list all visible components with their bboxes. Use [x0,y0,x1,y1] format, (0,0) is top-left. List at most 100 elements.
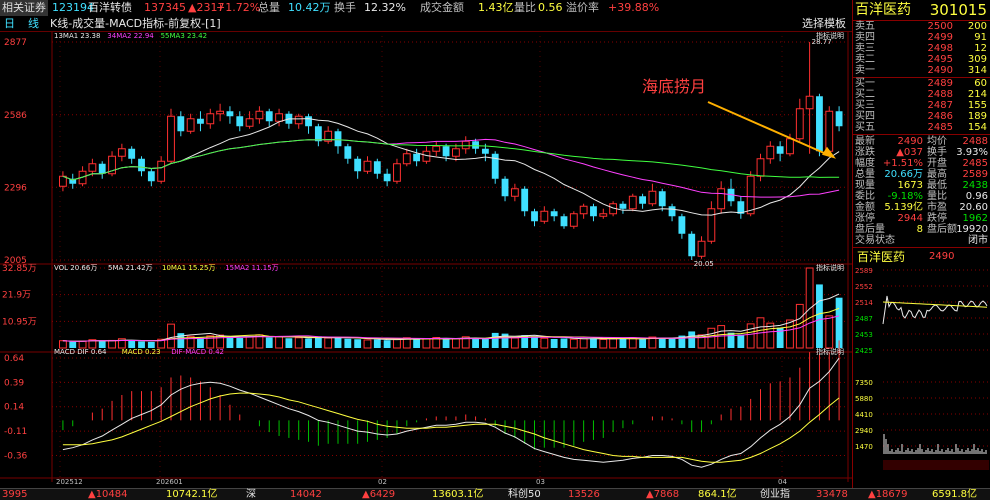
candle-body [393,163,401,182]
main-y-label: 2296 [4,183,27,193]
candle-body [599,213,608,217]
ask-volume: 200 [967,21,987,32]
candle-body [383,173,391,182]
volume-bar [452,338,460,349]
volume-bar [138,341,145,348]
volume-bar [422,338,431,349]
stat-label: 市盈 [927,202,947,213]
candle-body [825,110,834,152]
stat-value: ▲037 [896,147,923,158]
chart-title: K线-成交量-MACD指标-前复权-[1] [50,17,221,30]
volume-bar [816,284,823,348]
premium-value: +39.88% [608,1,660,14]
candle-body [236,116,244,127]
volume-bar [108,339,116,349]
candle-body [619,203,627,209]
index-ticker-item: 33478 [816,489,848,500]
candle-body [413,153,421,162]
mini-price-line [882,295,988,325]
mini-vol-label: 2940 [855,427,873,435]
candle-body [206,113,215,125]
volume-bar [275,336,283,349]
macd-legend-item: MACD 0.23 [122,348,161,356]
volume-bar [373,339,381,348]
candle-body [560,216,568,227]
volume-bar [658,338,666,348]
candle-body [128,148,136,159]
candle-body [678,216,686,234]
macd-y-label: 0.14 [4,403,24,413]
candle-body [805,95,814,110]
bid-label: 买一 [855,78,875,89]
candle-body [590,206,597,217]
volume-legend-item: VOL 20.66万 [54,264,97,272]
volratio-label: 量比 [514,1,536,14]
quote-bar: 相关证券 123194 百洋转债 137345 ▲2317 +1.72% 总量 … [0,0,990,16]
period-char-b[interactable]: 线 [28,16,39,32]
ma-legend-item: 13MA1 23.38 [54,32,100,40]
candle-body [628,195,637,210]
bid-row: 买五 2485 154 [853,122,990,133]
index-ticker-item[interactable]: 创业指 [760,489,790,500]
volume-bar [599,338,608,349]
index-ticker-item[interactable]: 深 [246,489,256,500]
stat-row: 最新 2490 均价 2488 [853,136,990,147]
stock-name[interactable]: 百洋医药 [855,0,911,20]
ask-volume: 91 [974,32,987,43]
mini-chart-header: 百洋医药 2490 [853,250,990,264]
low-price-label: 20.05 [694,260,714,268]
mini-y-label: 2552 [855,283,873,291]
bid-label: 买五 [855,122,875,133]
candle-body [373,161,381,174]
candle-body [501,178,509,197]
volume-bar [413,338,421,348]
ask-volume: 12 [974,43,987,54]
mini-vol-label: 5880 [855,395,873,403]
stat-value: +1.51% [882,158,923,169]
bond-name[interactable]: 百洋转债 [88,0,132,16]
x-axis-label: 03 [536,478,545,486]
separator [853,134,990,135]
label-layer: 287725862296200513MA1 23.38 34MA2 22.94 55… [2,31,844,486]
kline-chart-svg[interactable]: 287725862296200513MA1 23.38 34MA2 22.94 55… [0,31,852,488]
candle-body [510,188,519,197]
index-ticker-item: ▲18679 [868,489,908,500]
vol-y-label: 10.95万 [2,317,37,327]
broker-tag[interactable]: 相关证券 [0,0,48,16]
stat-value: 3.93% [956,147,988,158]
bid-volume: 154 [967,122,987,133]
select-template-button[interactable]: 选择模板 [802,16,846,32]
volume-bar [688,331,696,348]
chart-area[interactable]: 2877 2586 2296 2005 13MA1 23.38 34MA2 22.94 55… [0,31,852,488]
vol-y-label: 21.9万 [2,291,31,301]
right-quote-panel: 百洋医药 301015 卖五 2500 200 卖四 2499 91 卖三 2498 12 卖二 2… [852,0,990,488]
index-ticker-bar: 3995 ▲10484 10742.1亿 深 14042 ▲6429 13603.1亿 科创5… [0,488,990,500]
ask-price: 2498 [927,43,953,54]
candle-body [216,110,225,115]
candle-body [344,146,352,159]
bid-label: 买二 [855,89,875,100]
stat-value: 2485 [962,158,988,169]
volume-bar [78,340,87,349]
volume-bar [265,337,273,348]
candle-body [472,141,479,149]
candle-body [707,208,716,242]
volume-bar [628,337,637,349]
stat-label: 盘后额 [927,224,957,235]
stat-label: 涨停 [855,213,875,224]
volume-bar [354,339,362,348]
total-value: 10.42万 [288,1,331,14]
period-char-a[interactable]: 日 [4,16,15,32]
annotation-text: 海底捞月 [642,77,706,96]
volume-bar [786,319,794,349]
candle-body [167,115,175,162]
stat-label: 总量 [855,169,875,180]
candle-body [305,116,312,127]
candle-body [354,158,362,172]
volume-bar [363,339,372,349]
stat-row: 盘后量 8 盘后额 19920 [853,224,990,235]
volume-bar [491,332,499,348]
stat-value: 5.139亿 [884,202,923,213]
volume-bar [442,338,450,348]
index-ticker-item[interactable]: 科创50 [508,489,541,500]
